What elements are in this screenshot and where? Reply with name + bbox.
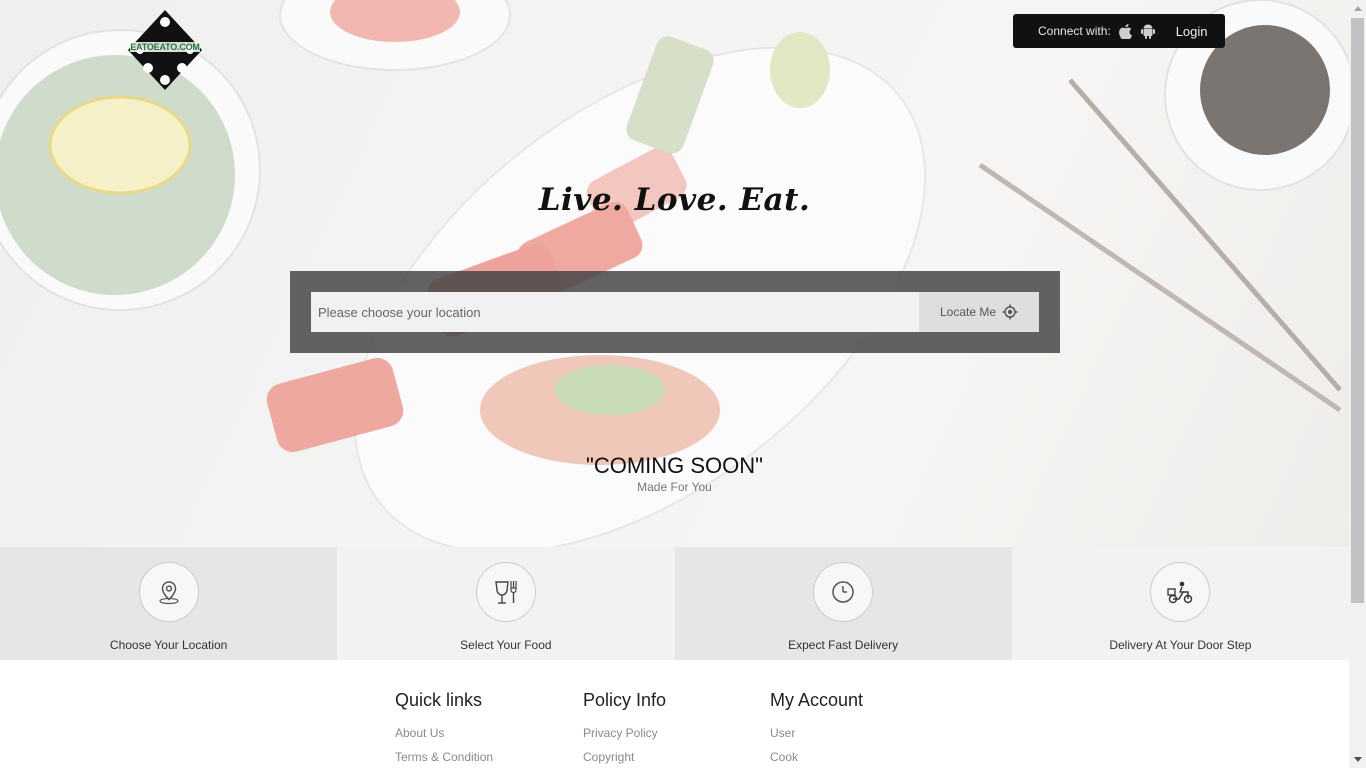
footer-link-cook[interactable]: Cook bbox=[770, 750, 863, 764]
location-search-input[interactable] bbox=[311, 292, 919, 332]
connect-label: Connect with: bbox=[1038, 24, 1111, 38]
coming-soon-heading: "COMING SOON" bbox=[586, 453, 763, 478]
footer-my-account: My Account User Cook bbox=[770, 690, 863, 768]
feature-choose-location: Choose Your Location bbox=[0, 547, 338, 660]
feature-fast-delivery: Expect Fast Delivery bbox=[674, 547, 1012, 660]
feature-label: Expect Fast Delivery bbox=[788, 638, 899, 652]
feature-door-step: Delivery At Your Door Step bbox=[1011, 547, 1349, 660]
scrollbar-thumb[interactable] bbox=[1351, 18, 1364, 603]
footer-link-copyright[interactable]: Copyright bbox=[583, 750, 666, 764]
feature-label: Select Your Food bbox=[460, 638, 552, 652]
clock-icon bbox=[813, 562, 874, 622]
scroll-down-arrow-icon[interactable] bbox=[1349, 751, 1366, 768]
crosshair-icon bbox=[1002, 304, 1018, 320]
connect-bar: Connect with: Login bbox=[1013, 14, 1225, 48]
footer-quick-links: Quick links About Us Terms & Condition bbox=[395, 690, 493, 768]
locate-me-button[interactable]: Locate Me bbox=[919, 292, 1039, 332]
location-pin-icon bbox=[138, 562, 199, 622]
feature-select-food: Select Your Food bbox=[337, 547, 675, 660]
footer-heading: Quick links bbox=[395, 690, 483, 710]
hero-tagline: Live. Love. Eat. bbox=[538, 182, 811, 218]
cutlery-icon bbox=[475, 562, 536, 622]
android-icon[interactable] bbox=[1140, 23, 1156, 39]
apple-icon[interactable] bbox=[1118, 23, 1134, 39]
page-scrollbar[interactable] bbox=[1349, 0, 1366, 768]
footer-link-about-us[interactable]: About Us bbox=[395, 726, 493, 740]
footer-heading: Policy Info bbox=[583, 690, 667, 710]
scroll-up-arrow-icon[interactable] bbox=[1349, 0, 1366, 17]
feature-label: Choose Your Location bbox=[109, 638, 228, 652]
delivery-scooter-icon bbox=[1150, 562, 1211, 622]
footer-link-terms[interactable]: Terms & Condition bbox=[395, 750, 493, 764]
feature-label: Delivery At Your Door Step bbox=[1109, 638, 1252, 652]
hero-section: EATOEATO.COM Connect with: Login Live. L… bbox=[0, 0, 1349, 547]
footer: Quick links About Us Terms & Condition P… bbox=[0, 660, 1349, 768]
made-for-you-subtitle: Made For You bbox=[637, 480, 712, 494]
login-button[interactable]: Login bbox=[1176, 24, 1208, 39]
features-strip: Choose Your Location Select Your Food Ex… bbox=[0, 547, 1349, 660]
footer-link-privacy-policy[interactable]: Privacy Policy bbox=[583, 726, 666, 740]
footer-link-user[interactable]: User bbox=[770, 726, 863, 740]
footer-heading: My Account bbox=[770, 690, 864, 710]
location-search-panel: Locate Me bbox=[290, 271, 1060, 353]
footer-policy-info: Policy Info Privacy Policy Copyright bbox=[583, 690, 666, 768]
locate-me-label: Locate Me bbox=[939, 305, 997, 319]
brand-logo-text: EATOEATO.COM bbox=[130, 42, 200, 52]
